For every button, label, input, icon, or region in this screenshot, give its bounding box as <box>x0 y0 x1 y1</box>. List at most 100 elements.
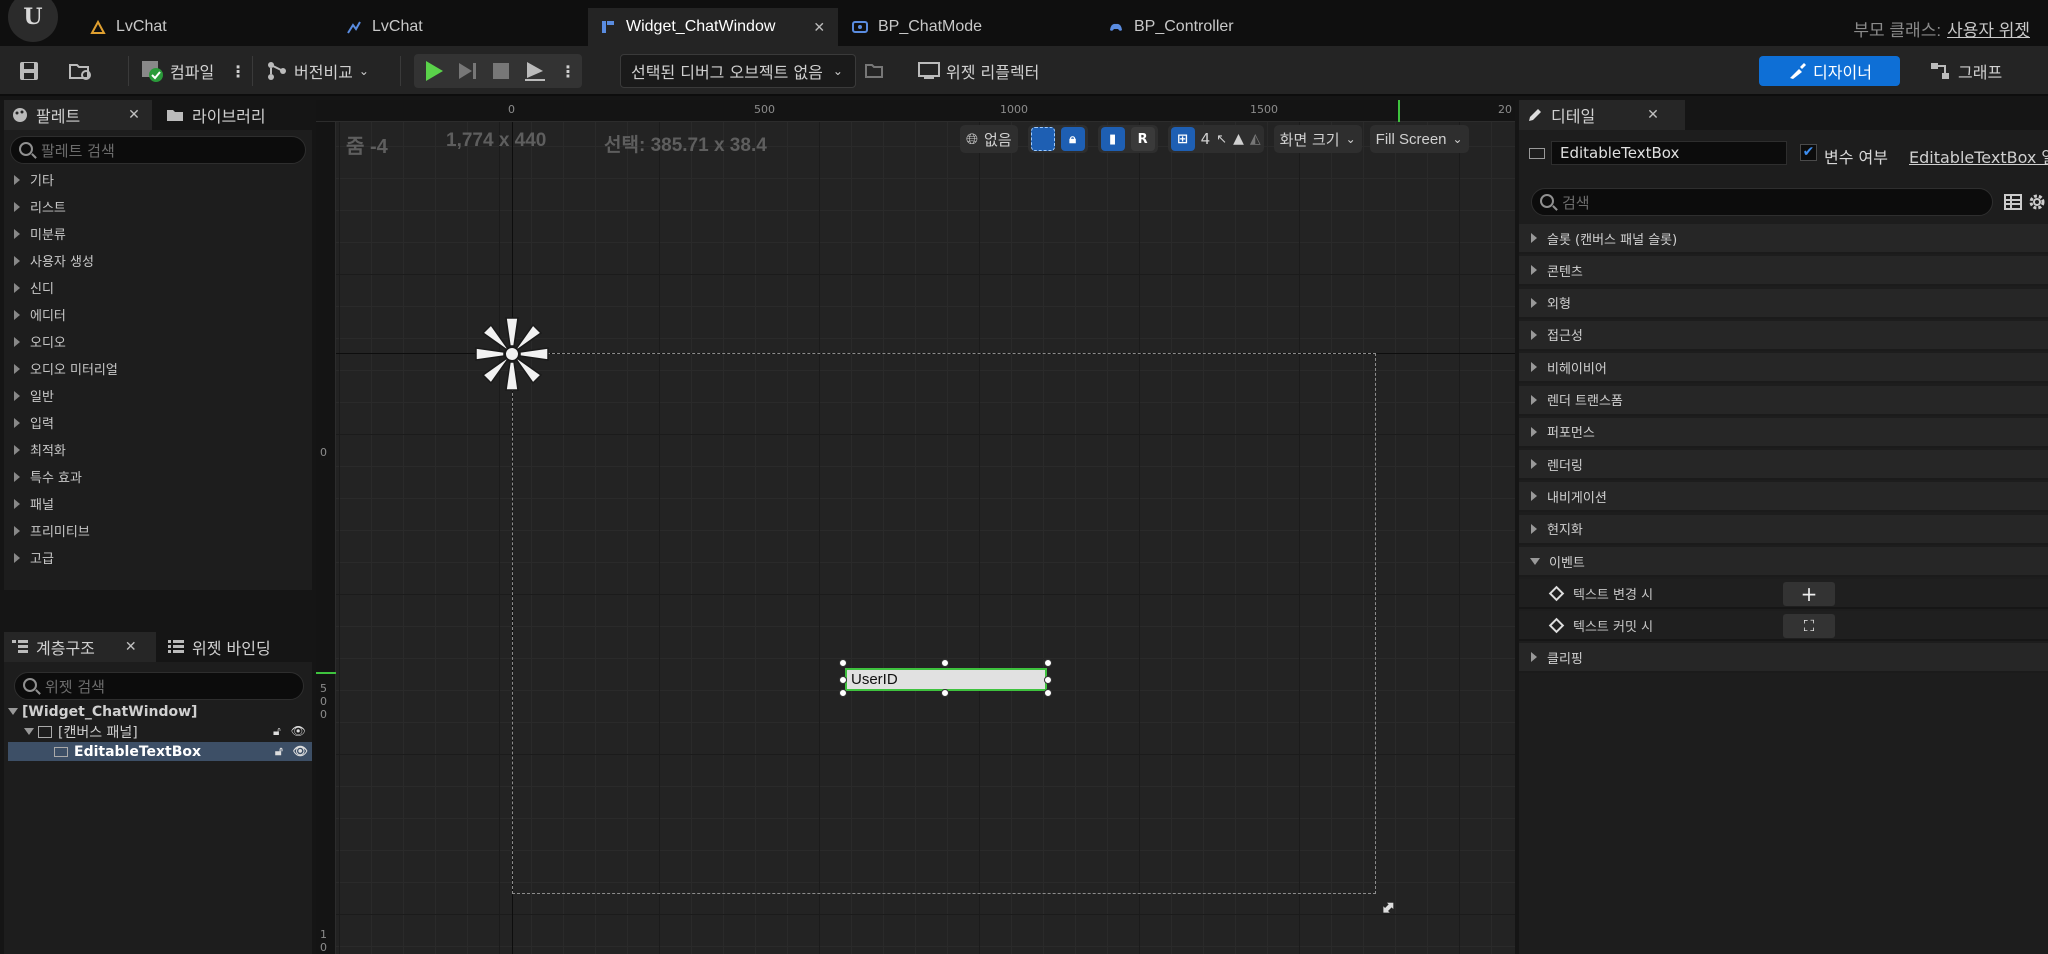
palette-category[interactable]: 리스트 <box>4 193 312 220</box>
diff-button[interactable]: 버전비교 ⌄ <box>266 54 369 88</box>
resize-handle[interactable] <box>839 676 847 684</box>
palette-category[interactable]: 오디오 <box>4 328 312 355</box>
widget-reflector-button[interactable]: 위젯 리플렉터 <box>918 54 1039 88</box>
localization-preview-button[interactable]: 🌐︎ 없음 <box>960 125 1018 153</box>
details-section[interactable]: 퍼포먼스 <box>1519 417 2048 448</box>
palette-category[interactable]: 신디 <box>4 274 312 301</box>
eye-icon[interactable]: 👁︎ <box>291 724 306 739</box>
resize-handle[interactable] <box>1044 659 1052 667</box>
details-section[interactable]: 렌더링 <box>1519 450 2048 481</box>
grid-snap-value[interactable]: 4 <box>1201 130 1211 148</box>
debug-object-select[interactable]: 선택된 디버그 오브젝트 없음 ⌄ <box>620 54 856 88</box>
fill-screen-dropdown[interactable]: Fill Screen ⌄ <box>1369 125 1469 153</box>
browse-button[interactable] <box>68 54 94 88</box>
details-section[interactable]: 콘텐츠 <box>1519 256 2048 287</box>
close-icon[interactable]: ✕ <box>128 107 140 123</box>
palette-category[interactable]: 고급 <box>4 544 312 571</box>
lock-open-icon[interactable]: 🔓︎ <box>275 744 283 759</box>
render-transform-r[interactable]: R <box>1130 127 1155 151</box>
flip-icon[interactable]: ◭ <box>1250 131 1261 147</box>
tree-item-canvas-panel[interactable]: [캔버스 패널] 🔓︎ 👁︎ <box>24 722 310 741</box>
tab-lvchat-1[interactable]: LvChat <box>78 8 179 46</box>
tab-lvchat-2[interactable]: LvChat <box>334 8 435 46</box>
compile-button[interactable]: 컴파일 ⋮ <box>140 54 246 88</box>
resize-handle[interactable] <box>839 689 847 697</box>
tab-widget-bindings[interactable]: 위젯 바인딩 <box>160 632 279 662</box>
tree-item-root[interactable]: [Widget_ChatWindow] <box>8 702 310 721</box>
anchor-icon[interactable] <box>472 314 552 394</box>
expand-arrow-icon[interactable] <box>8 708 18 715</box>
debug-filter-button[interactable] <box>864 54 884 88</box>
details-section[interactable]: 렌더 트랜스폼 <box>1519 385 2048 416</box>
eye-icon[interactable]: 👁︎ <box>293 744 308 759</box>
details-section[interactable]: 비헤이비어 <box>1519 353 2048 384</box>
screen-size-dropdown[interactable]: 화면 크기 ⌄ <box>1273 125 1362 153</box>
palette-category[interactable]: 입력 <box>4 409 312 436</box>
marquee-select-icon[interactable] <box>1030 127 1055 151</box>
add-event-button[interactable]: + <box>1783 582 1835 606</box>
section-clipping[interactable]: 클리핑 <box>1519 643 2048 673</box>
resize-handle[interactable] <box>941 689 949 697</box>
close-icon[interactable]: ✕ <box>125 639 137 655</box>
resize-handle[interactable] <box>1044 689 1052 697</box>
details-section[interactable]: 내비게이션 <box>1519 482 2048 513</box>
palette-category[interactable]: 기타 <box>4 166 312 193</box>
tab-bp-chatmode[interactable]: BP_ChatMode <box>840 8 994 46</box>
palette-category[interactable]: 프리미티브 <box>4 517 312 544</box>
tab-hierarchy[interactable]: 계층구조 ✕ <box>4 632 156 662</box>
palette-category[interactable]: 최적화 <box>4 436 312 463</box>
editable-textbox-widget[interactable]: UserID <box>845 668 1047 691</box>
palette-category[interactable]: 사용자 생성 <box>4 247 312 274</box>
details-section[interactable]: 외형 <box>1519 288 2048 319</box>
tab-library[interactable]: 라이브러리 <box>158 100 274 130</box>
tree-item-editable-textbox[interactable]: EditableTextBox 🔓︎ 👁︎ <box>8 742 312 761</box>
class-link[interactable]: EditableTextBox 열 <box>1909 144 2048 168</box>
tab-bp-controller[interactable]: BP_Controller <box>1096 8 1246 46</box>
widget-search-input[interactable]: 위젯 검색 <box>14 672 304 700</box>
tab-widget-chatwindow[interactable]: Widget_ChatWindow ✕ <box>588 8 838 46</box>
unreal-logo-icon[interactable]: U <box>8 0 58 42</box>
settings-gear-icon[interactable] <box>2027 192 2047 212</box>
is-variable-checkbox[interactable]: ✔ <box>1800 144 1817 161</box>
section-events[interactable]: 이벤트 <box>1519 547 2048 577</box>
lock-open-icon[interactable]: 🔓︎ <box>273 724 281 739</box>
palette-category[interactable]: 특수 효과 <box>4 463 312 490</box>
layout-transform-icon[interactable]: ▮ <box>1100 127 1125 151</box>
stop-icon[interactable] <box>492 60 510 82</box>
designer-mode-button[interactable]: 디자이너 <box>1759 56 1900 86</box>
details-section[interactable]: 접근성 <box>1519 320 2048 351</box>
more-options-icon[interactable]: ⋮ <box>560 62 576 81</box>
palette-category[interactable]: 오디오 미터리얼 <box>4 355 312 382</box>
tab-details[interactable]: 디테일 ✕ <box>1519 100 1685 130</box>
image-preview-icon[interactable]: ▲ <box>1233 131 1244 147</box>
resize-handle[interactable] <box>1044 676 1052 684</box>
details-search-input[interactable]: 검색 <box>1531 188 1993 216</box>
canvas-panel-bounds[interactable] <box>512 353 1376 894</box>
expand-arrow-icon[interactable] <box>24 728 34 735</box>
more-options-icon[interactable]: ⋮ <box>230 62 246 81</box>
widget-name-field[interactable]: EditableTextBox <box>1551 141 1787 165</box>
play-icon[interactable] <box>424 60 444 82</box>
details-section[interactable]: 현지화 <box>1519 514 2048 545</box>
tab-palette[interactable]: 팔레트 ✕ <box>4 100 152 130</box>
palette-category[interactable]: 에디터 <box>4 301 312 328</box>
palette-category[interactable]: 미분류 <box>4 220 312 247</box>
grid-snap-icon[interactable]: ⊞ <box>1170 127 1195 151</box>
resize-handle[interactable] <box>839 659 847 667</box>
palette-search-input[interactable]: 팔레트 검색 <box>10 136 306 164</box>
cursor-select-icon[interactable]: ↖ <box>1216 132 1227 147</box>
eject-icon[interactable] <box>524 60 546 82</box>
save-button[interactable] <box>18 54 40 88</box>
lock-icon[interactable]: 🔒︎ <box>1060 127 1085 151</box>
table-view-icon[interactable] <box>2004 193 2022 211</box>
graph-mode-button[interactable]: 그래프 <box>1930 56 2030 86</box>
step-icon[interactable] <box>458 60 478 82</box>
parent-class-link[interactable]: 사용자 위젯 <box>1947 21 2030 40</box>
close-icon[interactable]: ✕ <box>1647 107 1659 123</box>
details-section[interactable]: 슬롯 (캔버스 패널 슬롯) <box>1519 224 2048 254</box>
palette-category[interactable]: 패널 <box>4 490 312 517</box>
close-icon[interactable]: ✕ <box>813 19 825 36</box>
resize-handle[interactable] <box>941 659 949 667</box>
goto-event-button[interactable]: ⛶ <box>1783 614 1835 638</box>
palette-category[interactable]: 일반 <box>4 382 312 409</box>
